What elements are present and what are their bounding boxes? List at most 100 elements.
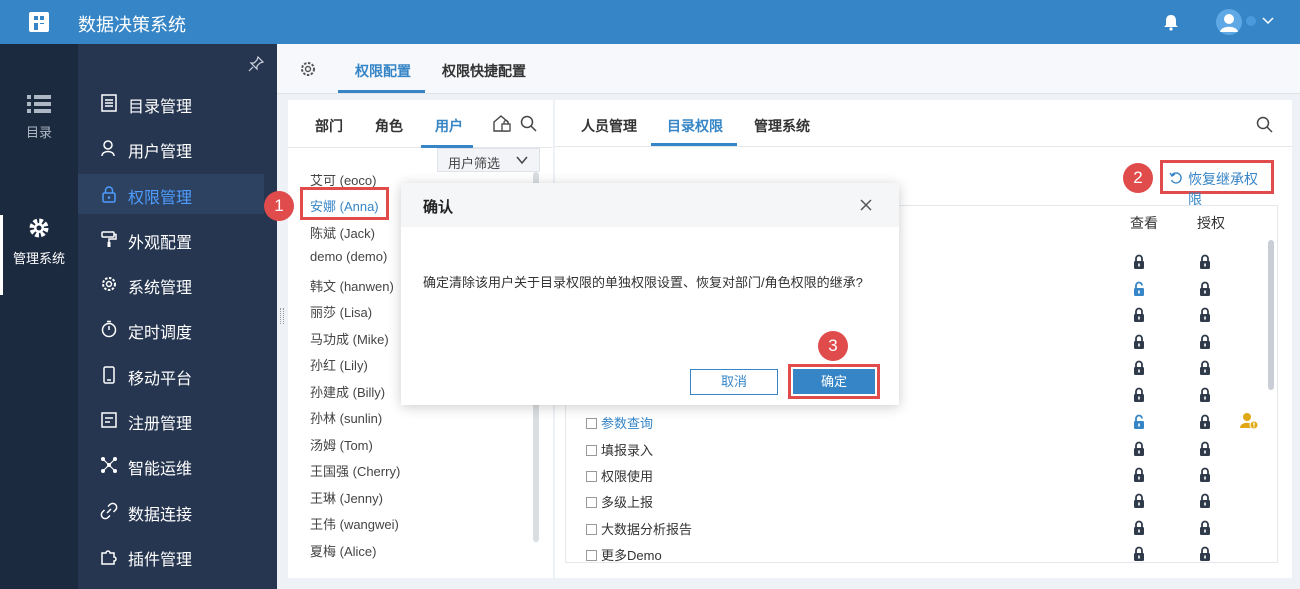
lock-icon[interactable] xyxy=(1199,467,1211,483)
list-icon xyxy=(27,95,51,113)
expand-icon[interactable] xyxy=(586,471,597,482)
sidebar-item-ops[interactable]: 智能运维 xyxy=(78,445,264,485)
top-tab-bar xyxy=(277,44,1300,94)
panel-resize-handle[interactable] xyxy=(280,308,284,324)
puzzle-icon xyxy=(101,550,117,565)
lock-icon[interactable] xyxy=(1133,307,1145,323)
confirm-dialog: 确认 确定清除该用户关于目录权限的单独权限设置、恢复对部门/角色权限的继承? 取… xyxy=(401,183,899,405)
logo-icon xyxy=(29,12,49,32)
sidebar-item-registration[interactable]: 注册管理 xyxy=(78,400,264,440)
lock-icon[interactable] xyxy=(1133,254,1145,270)
tab-personnel[interactable]: 人员管理 xyxy=(581,116,637,136)
expand-icon[interactable] xyxy=(586,524,597,535)
tab-management-system[interactable]: 管理系统 xyxy=(754,116,810,136)
tree-row[interactable]: 更多Demo xyxy=(586,545,662,564)
highlight-confirm-button: 确定 xyxy=(788,364,880,399)
expand-icon[interactable] xyxy=(586,550,597,561)
user-list-item[interactable]: 孙建成 (Billy) xyxy=(310,382,385,401)
user-warning-icon[interactable] xyxy=(1240,412,1258,430)
lock-icon[interactable] xyxy=(1199,254,1211,270)
rail-item-catalog[interactable]: 目录 xyxy=(0,94,78,141)
user-list-item[interactable]: 陈斌 (Jack) xyxy=(310,223,375,242)
lock-icon[interactable] xyxy=(1133,334,1145,350)
cancel-button[interactable]: 取消 xyxy=(690,369,778,395)
lock-icon[interactable] xyxy=(1199,281,1211,297)
user-filter-dropdown[interactable]: 用户筛选 xyxy=(437,148,540,172)
lock-icon[interactable] xyxy=(1199,493,1211,509)
sidebar-item-permissions[interactable]: 权限管理 xyxy=(78,174,264,214)
user-list-item[interactable]: 夏梅 (Alice) xyxy=(310,541,376,560)
chevron-down-icon[interactable] xyxy=(1262,14,1274,26)
permission-table-scrollbar[interactable] xyxy=(1268,240,1274,390)
sidebar-item-plugins[interactable]: 插件管理 xyxy=(78,536,264,576)
tree-row-label: 参数查询 xyxy=(601,416,654,431)
close-icon[interactable] xyxy=(859,198,873,212)
tab-catalog-permission[interactable]: 目录权限 xyxy=(667,116,723,136)
tree-row[interactable]: 权限使用 xyxy=(586,466,653,485)
restore-inheritance-button[interactable]: 恢复继承权限 xyxy=(1160,160,1274,207)
user-list-item[interactable]: 韩文 (hanwen) xyxy=(310,276,394,295)
lock-icon[interactable] xyxy=(1133,493,1145,509)
sidebar-item-data-connection[interactable]: 数据连接 xyxy=(78,491,264,531)
sidebar-item-system[interactable]: 系统管理 xyxy=(78,264,264,304)
tab-permission-quick-config[interactable]: 权限快捷配置 xyxy=(442,61,526,81)
sidebar-item-appearance[interactable]: 外观配置 xyxy=(78,219,264,259)
tree-row[interactable]: 多级上报 xyxy=(586,492,653,511)
tree-row[interactable]: 参数查询 xyxy=(586,413,653,432)
unlock-icon[interactable] xyxy=(1133,281,1145,297)
expand-icon[interactable] xyxy=(586,497,597,508)
expand-icon[interactable] xyxy=(586,418,597,429)
expand-icon[interactable] xyxy=(586,445,597,456)
lock-icon[interactable] xyxy=(1133,520,1145,536)
sidebar-item-scheduling[interactable]: 定时调度 xyxy=(78,309,264,349)
tree-row[interactable]: 填报录入 xyxy=(586,440,653,459)
sidebar-item-label: 权限管理 xyxy=(128,190,193,207)
settings-gear-icon[interactable] xyxy=(299,60,317,78)
tab-department[interactable]: 部门 xyxy=(315,116,343,136)
lock-icon[interactable] xyxy=(1199,360,1211,376)
bell-icon[interactable] xyxy=(1162,13,1180,31)
lock-icon[interactable] xyxy=(1199,387,1211,403)
user-list-item[interactable]: 马功成 (Mike) xyxy=(310,329,389,348)
tree-row-label: 权限使用 xyxy=(601,469,654,484)
lock-icon[interactable] xyxy=(1199,414,1211,430)
search-icon[interactable] xyxy=(520,115,537,132)
column-header-grant: 授权 xyxy=(1197,215,1225,231)
lock-icon[interactable] xyxy=(1133,360,1145,376)
lock-icon[interactable] xyxy=(1133,387,1145,403)
user-list-item[interactable]: 孙红 (Lily) xyxy=(310,355,368,374)
building-lock-icon[interactable] xyxy=(492,114,512,132)
user-list-item[interactable]: 王国强 (Cherry) xyxy=(310,461,400,480)
avatar[interactable] xyxy=(1216,9,1242,35)
confirm-button[interactable]: 确定 xyxy=(793,369,875,394)
pin-icon[interactable] xyxy=(248,56,264,72)
user-list-item[interactable]: demo (demo) xyxy=(310,249,387,264)
lock-icon[interactable] xyxy=(1133,546,1145,562)
user-list-item[interactable]: 汤姆 (Tom) xyxy=(310,435,373,454)
tree-row[interactable]: 大数据分析报告 xyxy=(586,519,692,538)
user-list-item[interactable]: 孙林 (sunlin) xyxy=(310,408,382,427)
tab-permission-config[interactable]: 权限配置 xyxy=(355,61,411,81)
user-list-item[interactable]: 王伟 (wangwei) xyxy=(310,514,399,533)
user-list-item[interactable]: 王琳 (Jenny) xyxy=(310,488,383,507)
lock-icon[interactable] xyxy=(1199,546,1211,562)
sidebar-item-users[interactable]: 用户管理 xyxy=(78,128,264,168)
lock-icon[interactable] xyxy=(1199,307,1211,323)
lock-icon[interactable] xyxy=(1133,441,1145,457)
dialog-title: 确认 xyxy=(423,199,454,216)
lock-icon[interactable] xyxy=(1133,467,1145,483)
user-status-dot xyxy=(1246,16,1256,26)
icon-rail: 目录 管理系统 xyxy=(0,44,78,589)
tab-role[interactable]: 角色 xyxy=(375,116,403,136)
lock-icon[interactable] xyxy=(1199,334,1211,350)
tab-user[interactable]: 用户 xyxy=(435,116,463,136)
user-list-item[interactable]: 丽莎 (Lisa) xyxy=(310,302,372,321)
unlock-icon[interactable] xyxy=(1133,414,1145,430)
gear-icon xyxy=(29,218,49,238)
rail-item-management[interactable]: 管理系统 xyxy=(0,216,78,267)
sidebar-item-mobile[interactable]: 移动平台 xyxy=(78,355,264,395)
search-icon[interactable] xyxy=(1256,116,1273,133)
sidebar-item-catalog[interactable]: 目录管理 xyxy=(78,83,264,123)
lock-icon[interactable] xyxy=(1199,520,1211,536)
lock-icon[interactable] xyxy=(1199,441,1211,457)
